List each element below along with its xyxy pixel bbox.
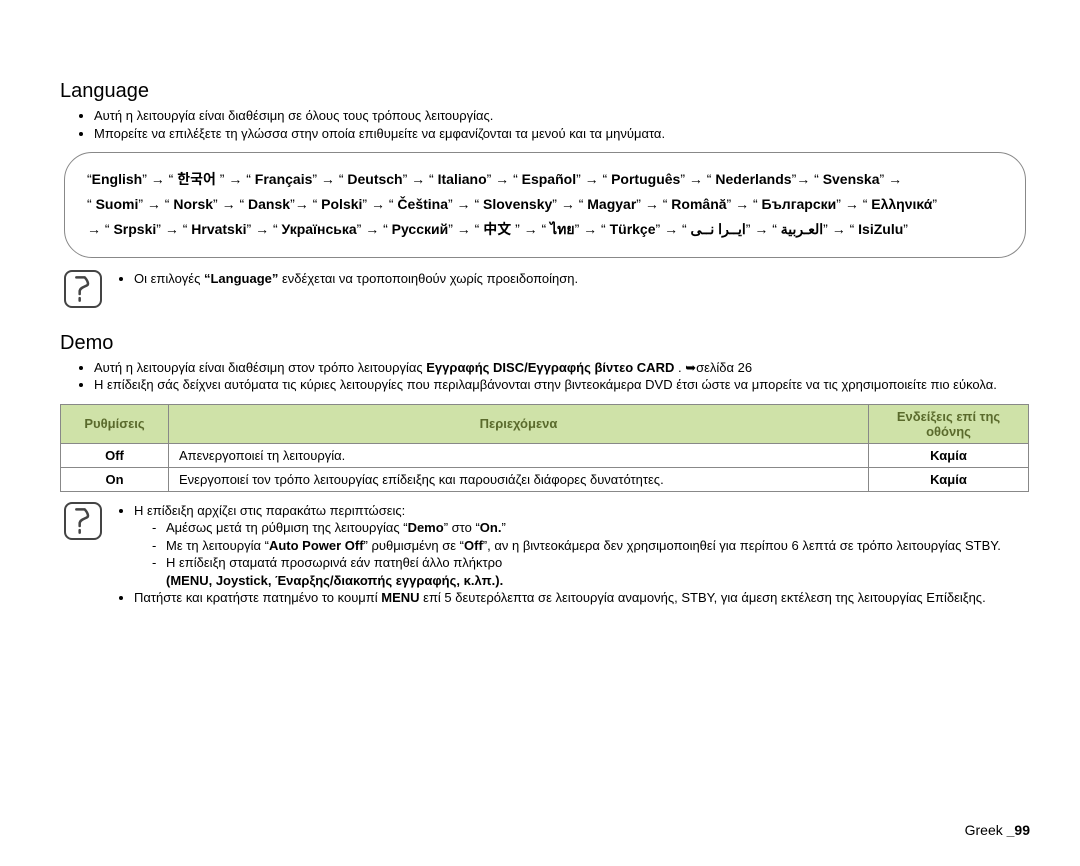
lang-portugues: Português (611, 171, 680, 187)
lang-korean: 한국어 (177, 169, 216, 189)
text: (MENU, Joystick, Έναρξης/διακοπής εγγραφ… (166, 573, 503, 588)
lang-polski: Polski (321, 196, 362, 212)
lang-romana: Română (671, 196, 726, 212)
demo-settings-table: Ρυθμίσεις Περιεχόμενα Ενδείξεις επί της … (60, 404, 1029, 492)
text: Η επίδειξη αρχίζει στις παρακάτω περιπτώ… (134, 503, 405, 518)
cell: Off (61, 443, 169, 467)
language-list-box: “English” → “ 한국어 ” → “ Français” → “ De… (64, 152, 1026, 258)
demo-heading: Demo (60, 332, 1030, 355)
text: . ➥σελίδα 26 (678, 360, 752, 375)
cell: Ενεργοποιεί τον τρόπο λειτουργίας επίδει… (169, 467, 869, 491)
lang-srpski: Srpski (113, 221, 156, 237)
cell: Καμία (869, 443, 1029, 467)
text: ενδέχεται να τροποποιηθούν χωρίς προειδο… (282, 271, 578, 286)
lang-thai: ไทย (550, 221, 574, 237)
text: ” (501, 520, 505, 535)
text: ”, αν η βιντεοκάμερα δεν χρησιμοποιηθεί … (483, 538, 1001, 553)
lang-suomi: Suomi (96, 196, 139, 212)
th-osd: Ενδείξεις επί της οθόνης (869, 404, 1029, 443)
lang-russian: Русский (392, 221, 449, 237)
page-number: Greek _99 (965, 822, 1030, 838)
text: Οι επιλογές (134, 271, 204, 286)
lang-english: English (92, 171, 143, 187)
lang-bulgarian: Български (762, 196, 837, 212)
text: On. (480, 520, 502, 535)
cell: Καμία (869, 467, 1029, 491)
text: Off (464, 538, 483, 553)
text: Auto Power Off (269, 538, 364, 553)
th-settings: Ρυθμίσεις (61, 404, 169, 443)
demo-note: Η επίδειξη αρχίζει στις παρακάτω περιπτώ… (64, 502, 1026, 607)
lang-svenska: Svenska (823, 171, 880, 187)
lang-dansk: Dansk (248, 196, 290, 212)
lang-turkce: Türkçe (610, 221, 656, 237)
text: Αυτή η λειτουργία είναι διαθέσιμη σε όλο… (94, 107, 1030, 125)
text: Πατήστε και κρατήστε πατημένο το κουμπί (134, 590, 381, 605)
text: Η επίδειξη σάς δείχνει αυτόματα τις κύρι… (94, 376, 1030, 394)
note-icon (64, 502, 102, 540)
text: Αυτή η λειτουργία είναι διαθέσιμη στον τ… (94, 360, 426, 375)
lang-greek: Ελληνικά (871, 196, 932, 212)
text: Η επίδειξη σταματά προσωρινά εάν πατηθεί… (166, 555, 502, 570)
language-heading: Language (60, 80, 1030, 103)
language-note: Οι επιλογές “Language” ενδέχεται να τροπ… (64, 270, 1026, 308)
text: Εγγραφής DISC/Εγγραφής βίντεο CARD (426, 360, 674, 375)
text: ” ρυθμισμένη σε “ (364, 538, 464, 553)
lang-cestina: Čeština (397, 196, 448, 212)
lang-norsk: Norsk (173, 196, 213, 212)
lang-francais: Français (255, 171, 313, 187)
lang-chinese: 中文 (483, 219, 511, 239)
lang-hrvatski: Hrvatski (191, 221, 246, 237)
text: Αμέσως μετά τη ρύθμιση της λειτουργίας “ (166, 520, 408, 535)
lang-slovensky: Slovensky (483, 196, 552, 212)
lang-farsi: ايــرا نــی (691, 221, 746, 237)
lang-arabic: العـربية (781, 221, 823, 237)
text: MENU (381, 590, 419, 605)
cell: On (61, 467, 169, 491)
lang-deutsch: Deutsch (347, 171, 402, 187)
text: Demo (408, 520, 444, 535)
text: “Language” (204, 271, 278, 286)
th-content: Περιεχόμενα (169, 404, 869, 443)
language-bullets: Αυτή η λειτουργία είναι διαθέσιμη σε όλο… (60, 107, 1030, 142)
text: Με τη λειτουργία “ (166, 538, 269, 553)
lang-italiano: Italiano (438, 171, 487, 187)
demo-bullets: Αυτή η λειτουργία είναι διαθέσιμη στον τ… (60, 359, 1030, 394)
text: ” στο “ (444, 520, 480, 535)
text: επί 5 δευτερόλεπτα σε λειτουργία αναμονή… (420, 590, 986, 605)
cell: Απενεργοποιεί τη λειτουργία. (169, 443, 869, 467)
text: Μπορείτε να επιλέξετε τη γλώσσα στην οπο… (94, 125, 1030, 143)
lang-isizulu: IsiZulu (858, 221, 903, 237)
lang-magyar: Magyar (587, 196, 636, 212)
lang-ukrainian: Українська (282, 221, 357, 237)
note-icon (64, 270, 102, 308)
lang-nederlands: Nederlands (715, 171, 791, 187)
lang-espanol: Español (522, 171, 576, 187)
